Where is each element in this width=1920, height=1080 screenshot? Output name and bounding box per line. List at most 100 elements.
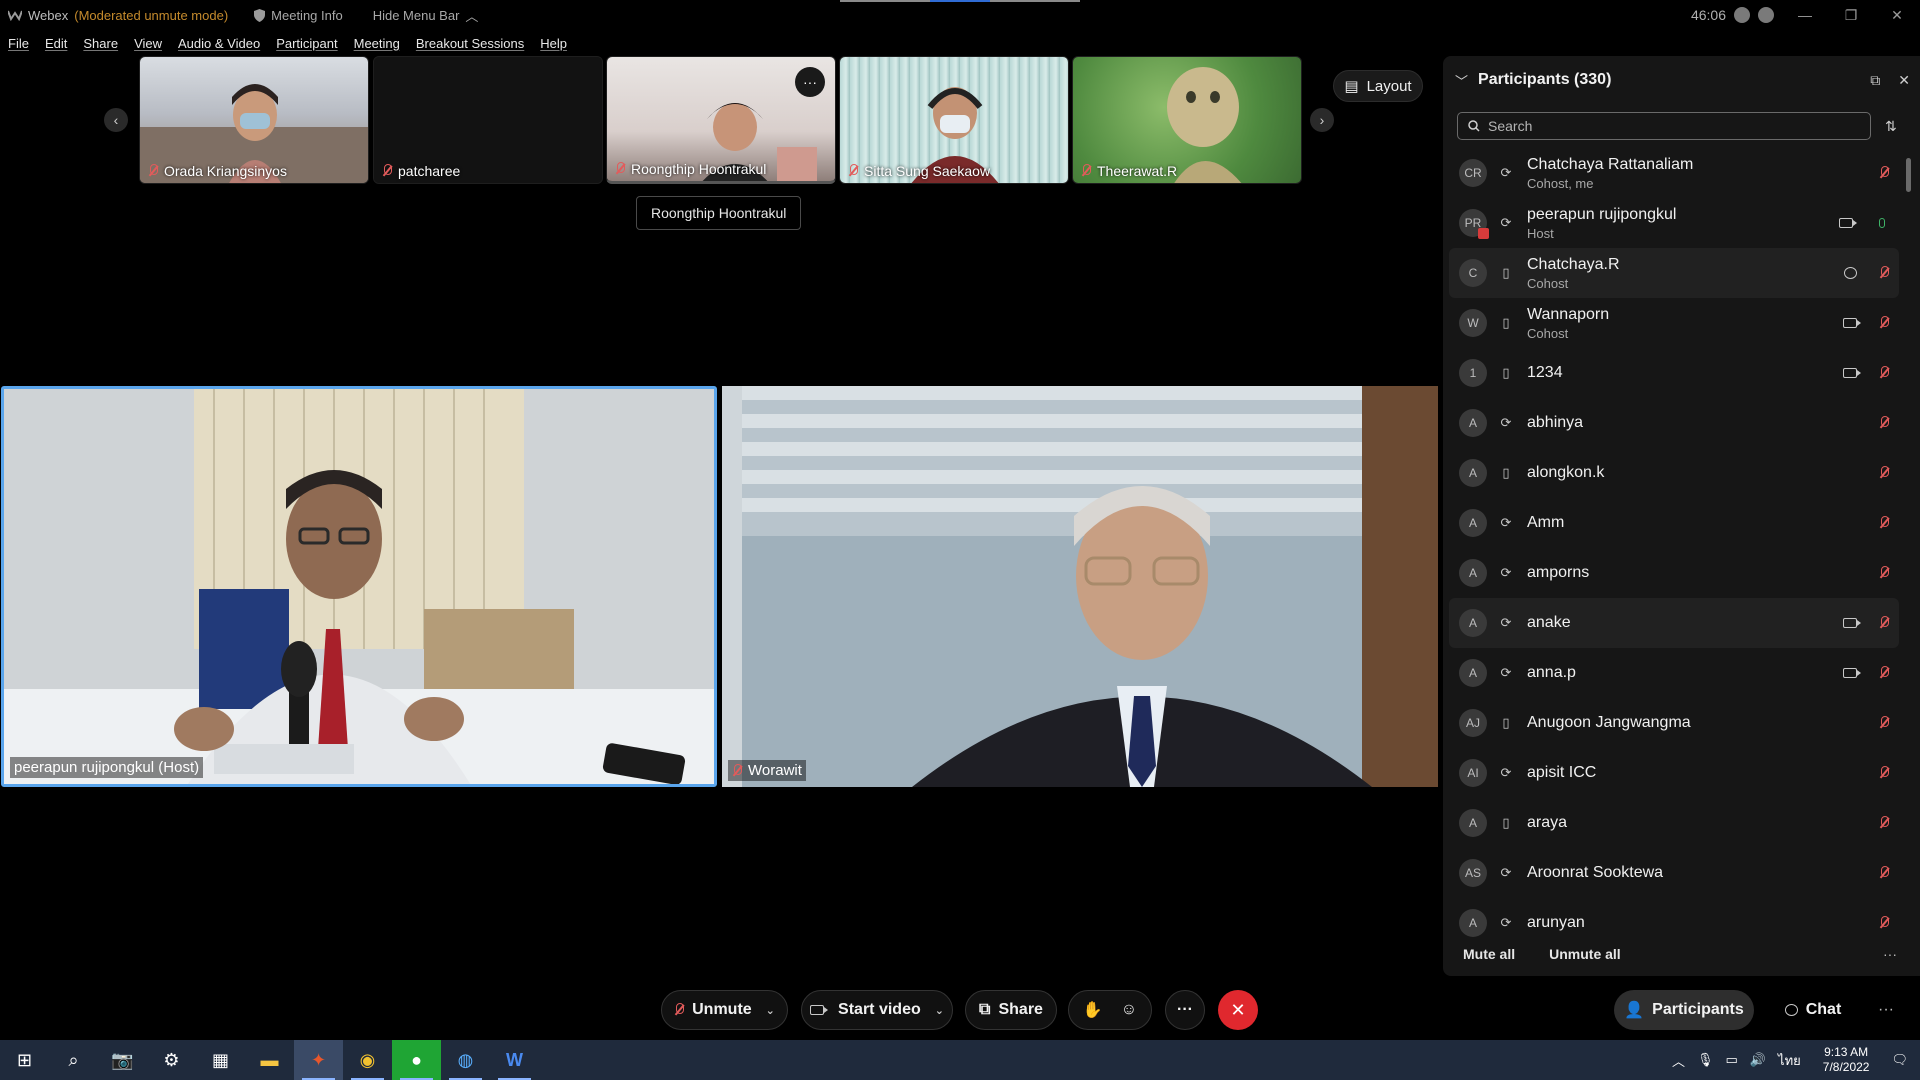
chevron-up-icon[interactable]: ︿ — [1672, 1051, 1685, 1070]
mic-muted-icon[interactable] — [1879, 416, 1889, 430]
participant-main-video[interactable]: Worawit — [722, 386, 1438, 787]
end-meeting-button[interactable]: ✕ — [1218, 990, 1258, 1030]
start-video-button[interactable]: Start video ⌄ — [801, 990, 953, 1030]
participant-row[interactable]: W ▯ Wannaporn Cohost — [1449, 298, 1899, 348]
video-thumbnail[interactable]: patcharee — [373, 56, 603, 184]
meeting-info-button[interactable]: Meeting Info — [254, 8, 343, 23]
close-panel-icon[interactable]: ✕ — [1898, 72, 1910, 89]
raise-hand-icon[interactable]: ✋ — [1083, 1000, 1103, 1020]
recording-icon[interactable] — [1734, 7, 1750, 23]
reactions-icon[interactable]: ☺ — [1121, 1001, 1137, 1019]
menu-breakout-sessions[interactable]: Breakout Sessions — [408, 36, 532, 51]
chat-tab-button[interactable]: Chat — [1768, 990, 1858, 1030]
layout-button[interactable]: ▤ Layout — [1333, 70, 1423, 102]
participant-row[interactable]: A ▯ alongkon.k — [1449, 448, 1899, 498]
sort-icon[interactable]: ⇅ — [1885, 118, 1897, 135]
pop-out-icon[interactable]: ⧉ — [1870, 72, 1880, 89]
mic-muted-icon[interactable] — [1879, 566, 1889, 580]
mic-muted-icon[interactable] — [1879, 316, 1889, 330]
unmute-all-button[interactable]: Unmute all — [1549, 946, 1621, 962]
menu-view[interactable]: View — [126, 36, 170, 51]
participant-row[interactable]: AS ⟳ Aroonrat Sooktewa — [1449, 848, 1899, 898]
more-options-button[interactable]: ··· — [1165, 990, 1205, 1030]
chevron-down-icon[interactable]: ⌄ — [766, 1004, 775, 1017]
mic-muted-icon[interactable] — [1879, 516, 1889, 530]
mute-all-button[interactable]: Mute all — [1463, 946, 1515, 962]
mic-muted-icon[interactable] — [1879, 166, 1889, 180]
participant-row[interactable]: CR ⟳ Chatchaya Rattanaliam Cohost, me — [1449, 148, 1899, 198]
video-thumbnail[interactable]: Theerawat.R — [1072, 56, 1302, 184]
microphone-icon[interactable]: 🎙 — [1697, 1052, 1714, 1068]
strip-next-button[interactable]: › — [1310, 108, 1334, 132]
calculator-icon[interactable]: ▦ — [196, 1040, 245, 1080]
menu-participant[interactable]: Participant — [268, 36, 345, 51]
input-language[interactable]: ไทย — [1778, 1050, 1801, 1071]
menu-help[interactable]: Help — [532, 36, 575, 51]
chat-icon[interactable] — [1844, 267, 1857, 279]
participant-row[interactable]: A ⟳ amporns — [1449, 548, 1899, 598]
mic-muted-icon[interactable] — [1879, 366, 1889, 380]
participant-row[interactable]: PR ⟳ peerapun rujipongkul Host — [1449, 198, 1899, 248]
windows-start-icon[interactable]: ⊞ — [0, 1040, 49, 1080]
mic-muted-icon[interactable] — [1879, 866, 1889, 880]
participant-row[interactable]: A ⟳ arunyan — [1449, 898, 1899, 948]
mic-muted-icon[interactable] — [1879, 666, 1889, 680]
camera-icon[interactable] — [1839, 218, 1857, 228]
mic-muted-icon[interactable] — [1879, 466, 1889, 480]
more-options-button[interactable]: ··· — [795, 67, 825, 97]
volume-icon[interactable]: 🔊 — [1750, 1052, 1766, 1068]
network-status-icon[interactable] — [1758, 7, 1774, 23]
restore-button[interactable]: ❐ — [1828, 0, 1874, 30]
participants-tab-button[interactable]: 👤 Participants — [1614, 990, 1754, 1030]
menu-audio-video[interactable]: Audio & Video — [170, 36, 268, 51]
collapse-chevron-icon[interactable]: ﹀ — [1455, 71, 1468, 90]
network-icon[interactable]: ▭ — [1726, 1052, 1738, 1068]
clock[interactable]: 9:13 AM 7/8/2022 — [1823, 1045, 1870, 1075]
participant-row[interactable]: AJ ▯ Anugoon Jangwangma — [1449, 698, 1899, 748]
more-options-icon[interactable]: ··· — [1883, 946, 1897, 962]
camera-app-icon[interactable]: 📷 — [98, 1040, 147, 1080]
mic-muted-icon[interactable] — [1879, 716, 1889, 730]
unmute-button[interactable]: Unmute ⌄ — [661, 990, 788, 1030]
word-icon[interactable]: W — [490, 1040, 539, 1080]
search-input[interactable] — [1488, 118, 1848, 134]
participant-row[interactable]: 1 ▯ 1234 — [1449, 348, 1899, 398]
more-panels-button[interactable]: ··· — [1870, 990, 1902, 1030]
participant-row[interactable]: C ▯ Chatchaya.R Cohost — [1449, 248, 1899, 298]
settings-icon[interactable]: ⚙ — [147, 1040, 196, 1080]
active-speaker-video[interactable]: peerapun rujipongkul (Host) — [1, 386, 717, 787]
menu-edit[interactable]: Edit — [37, 36, 75, 51]
strip-prev-button[interactable]: ‹ — [104, 108, 128, 132]
minimize-button[interactable]: — — [1782, 0, 1828, 30]
participant-row[interactable]: A ▯ araya — [1449, 798, 1899, 848]
file-explorer-icon[interactable]: ▬ — [245, 1040, 294, 1080]
webex-meetings-icon[interactable]: ◍ — [441, 1040, 490, 1080]
participant-row[interactable]: A ⟳ Amm — [1449, 498, 1899, 548]
close-window-button[interactable]: ✕ — [1874, 0, 1920, 30]
mic-muted-icon[interactable] — [1879, 816, 1889, 830]
video-thumbnail[interactable]: Orada Kriangsinyos — [139, 56, 369, 184]
camera-icon[interactable] — [1843, 318, 1861, 328]
camera-icon[interactable] — [1843, 668, 1861, 678]
search-icon[interactable]: ⌕ — [49, 1040, 98, 1080]
mic-muted-icon[interactable] — [1879, 616, 1889, 630]
video-thumbnail[interactable]: Sitta Sung Saekaow — [839, 56, 1069, 184]
hide-menu-bar-button[interactable]: Hide Menu Bar ︿ — [373, 6, 479, 25]
camera-icon[interactable] — [1843, 368, 1861, 378]
chrome-icon[interactable]: ◉ — [343, 1040, 392, 1080]
menu-meeting[interactable]: Meeting — [346, 36, 408, 51]
notifications-icon[interactable]: 🗨 — [1891, 1052, 1908, 1068]
mic-active-icon[interactable] — [1879, 218, 1885, 228]
menu-file[interactable]: File — [0, 36, 37, 51]
participant-row[interactable]: A ⟳ anake — [1449, 598, 1899, 648]
participant-row[interactable]: AI ⟳ apisit ICC — [1449, 748, 1899, 798]
participant-list-scrollbar[interactable] — [1906, 148, 1912, 766]
participant-row[interactable]: A ⟳ abhinya — [1449, 398, 1899, 448]
participant-row[interactable]: A ⟳ anna.p — [1449, 648, 1899, 698]
mic-muted-icon[interactable] — [1879, 916, 1889, 930]
video-thumbnail[interactable]: ··· Roongthip Hoontrakul — [606, 56, 836, 184]
mic-muted-icon[interactable] — [1879, 766, 1889, 780]
webex-app-icon[interactable]: ✦ — [294, 1040, 343, 1080]
camera-icon[interactable] — [1843, 618, 1861, 628]
menu-share[interactable]: Share — [75, 36, 126, 51]
